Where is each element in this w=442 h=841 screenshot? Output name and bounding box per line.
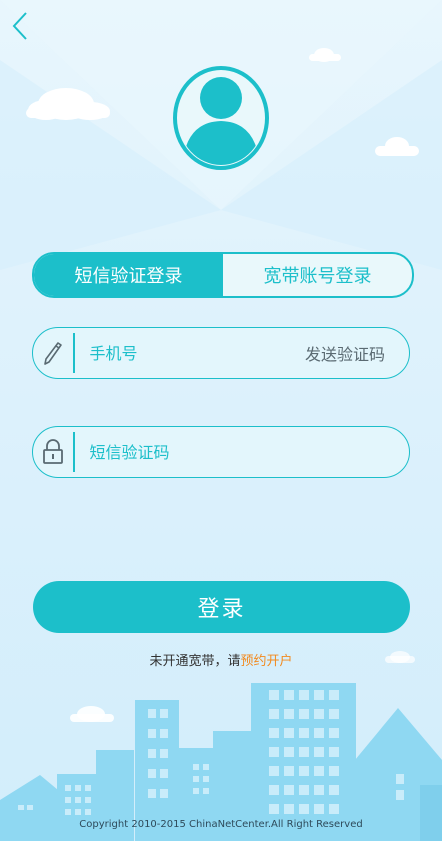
login-screen: 短信验证登录 宽带账号登录 发送验证码 登录 未开通宽带，请预约开户: [0, 0, 442, 841]
book-account-link[interactable]: 预约开户: [241, 654, 293, 669]
city-skyline: [0, 683, 442, 841]
avatar: [172, 66, 270, 170]
lock-icon: [33, 427, 73, 477]
sms-code-field: [32, 426, 410, 478]
phone-input[interactable]: [74, 332, 305, 374]
signup-hint: 未开通宽带，请预约开户: [0, 650, 442, 669]
phone-field: 发送验证码: [32, 327, 410, 379]
copyright: Copyright 2010-2015 ChinaNetCenter.All R…: [79, 819, 363, 830]
login-mode-tabs: 短信验证登录 宽带账号登录: [32, 252, 414, 298]
hint-text: 未开通宽带，请: [149, 654, 241, 669]
send-code-button[interactable]: 发送验证码: [305, 341, 409, 365]
login-button[interactable]: 登录: [33, 581, 410, 633]
tab-sms-login[interactable]: 短信验证登录: [34, 254, 223, 296]
back-button[interactable]: [8, 10, 36, 42]
tab-broadband-login[interactable]: 宽带账号登录: [223, 254, 412, 296]
user-avatar-icon: [173, 66, 269, 170]
pencil-icon: [33, 328, 73, 378]
sms-code-input[interactable]: [74, 431, 409, 473]
chevron-left-icon: [12, 12, 27, 40]
